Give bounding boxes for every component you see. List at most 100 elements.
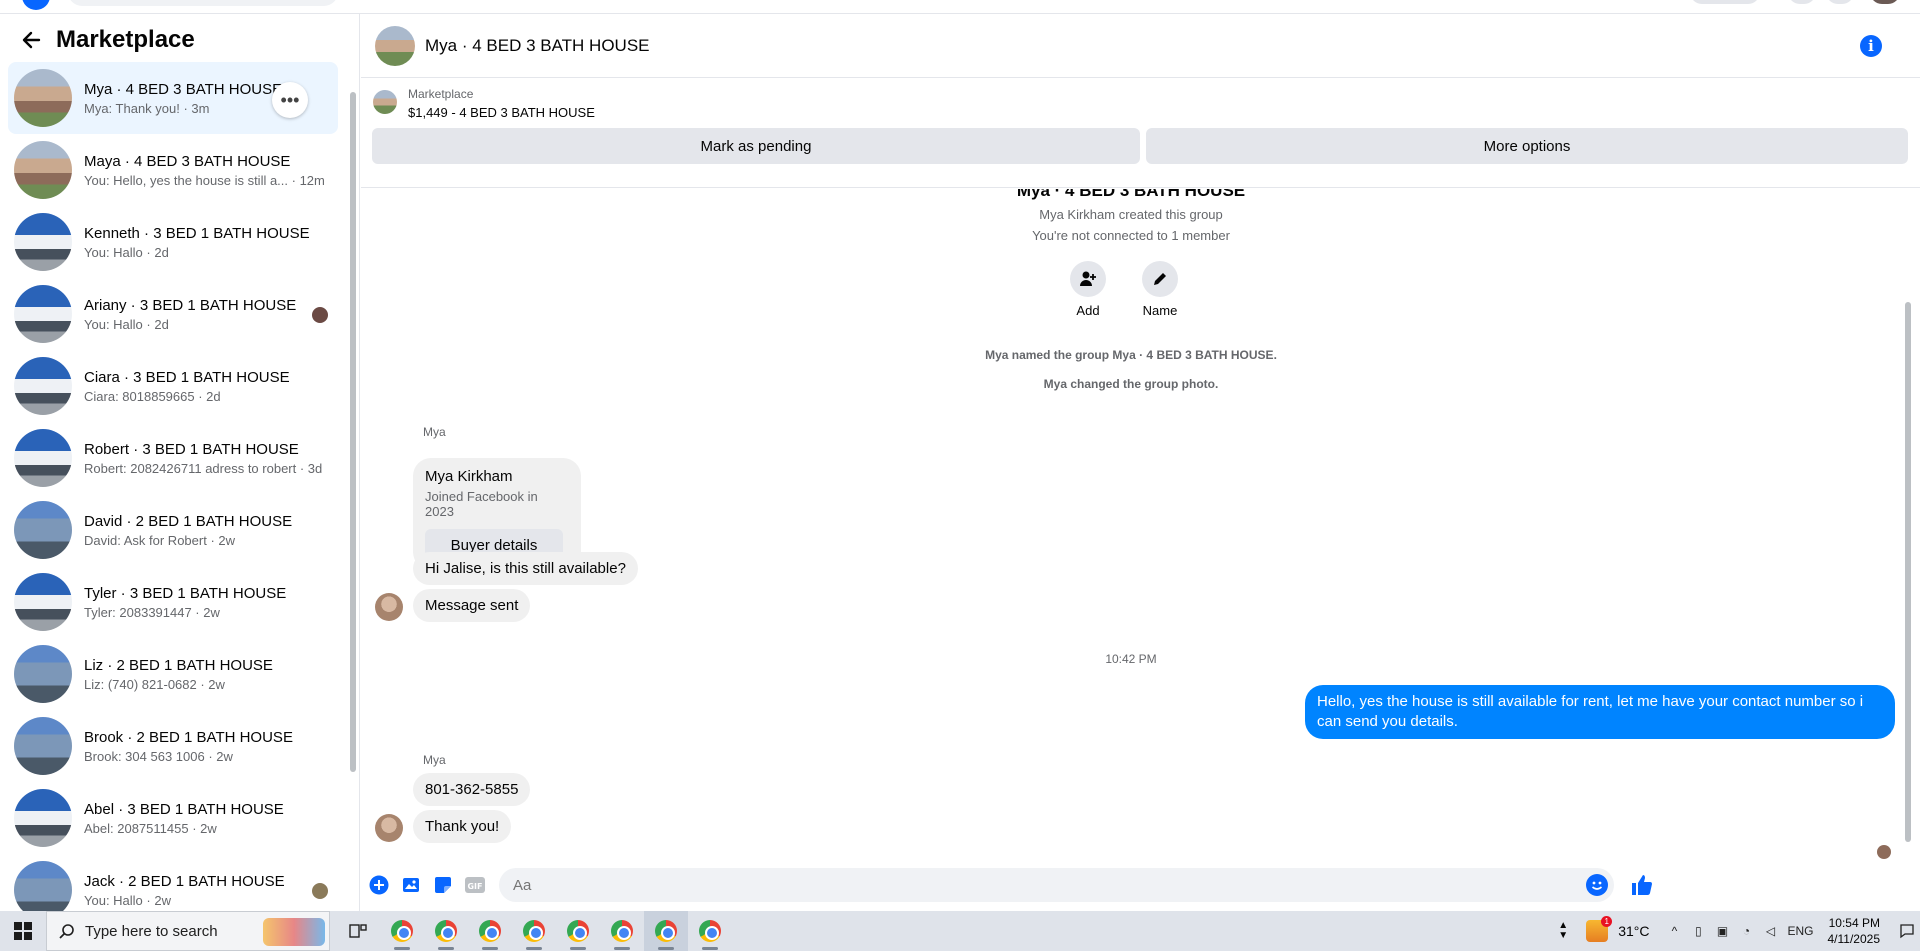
weather-widget[interactable]: 1 31°C [1586, 916, 1650, 942]
incoming-message[interactable]: Message sent [413, 589, 531, 622]
info-icon[interactable]: i [1860, 35, 1882, 57]
outgoing-message[interactable]: Hello, yes the house is still available … [1305, 685, 1895, 739]
sender-avatar[interactable] [375, 593, 403, 621]
speaker-icon[interactable]: ◁ [1763, 924, 1777, 938]
marketplace-label: Marketplace [408, 87, 474, 101]
wifi-icon[interactable]: ◔ [1739, 924, 1753, 938]
top-menu-button[interactable] [1690, 0, 1760, 4]
conversation-preview: Robert: 2082426711 adress to robert · 3d [84, 460, 323, 476]
pencil-icon[interactable] [1142, 261, 1178, 297]
task-view-icon[interactable] [336, 911, 380, 951]
message-thread: Mya · 4 BED 3 BATH HOUSE Mya Kirkham cre… [361, 189, 1901, 869]
conversation-item[interactable]: Maya · 4 BED 3 BATH HOUSE You: Hello, ye… [8, 134, 338, 206]
tray-icons: ^ ▯ ▣ ◔ ◁ ENG [1667, 924, 1814, 938]
timestamp: 10:42 PM [1105, 652, 1157, 666]
conversation-name: Liz · 2 BED 1 BATH HOUSE [84, 656, 273, 674]
conversation-item[interactable]: Robert · 3 BED 1 BATH HOUSE Robert: 2082… [8, 422, 338, 494]
chrome-profile-icon[interactable] [688, 911, 732, 951]
conversation-item[interactable]: Kenneth · 3 BED 1 BATH HOUSE You: Hallo … [8, 206, 338, 278]
conversation-preview: Liz: (740) 821-0682 · 2w [84, 676, 225, 692]
meet-icon[interactable]: ▯ [1691, 924, 1705, 938]
photo-icon[interactable] [399, 873, 423, 897]
chat-panel: Mya · 4 BED 3 BATH HOUSE i Marketplace $… [361, 14, 1920, 911]
taskbar-scroll-icon[interactable]: ▲ ▼ [1558, 921, 1568, 941]
weather-badge: 1 [1601, 916, 1613, 927]
message-input[interactable] [499, 876, 1614, 894]
conversation-item[interactable]: David · 2 BED 1 BATH HOUSE David: Ask fo… [8, 494, 338, 566]
chrome-profile-icon[interactable] [556, 911, 600, 951]
conversation-item[interactable]: Jack · 2 BED 1 BATH HOUSE You: Hallo · 2… [8, 854, 338, 911]
chat-title[interactable]: Mya · 4 BED 3 BATH HOUSE [425, 36, 650, 56]
back-arrow-icon[interactable] [18, 27, 44, 53]
display-icon[interactable]: ▣ [1715, 924, 1729, 938]
emoji-icon[interactable] [1586, 874, 1608, 896]
more-options-icon[interactable]: ••• [272, 82, 308, 118]
listing-thumbnail [14, 861, 72, 911]
group-title: Mya · 4 BED 3 BATH HOUSE [1016, 189, 1246, 200]
clock[interactable]: 10:54 PM 4/11/2025 [1828, 915, 1881, 947]
conversation-preview: Abel: 2087511455 · 2w [84, 820, 217, 836]
chrome-profile-icon[interactable] [468, 911, 512, 951]
facebook-logo-icon[interactable] [22, 0, 50, 10]
listing-title[interactable]: $1,449 - 4 BED 3 BATH HOUSE [408, 105, 595, 120]
incoming-message[interactable]: 801-362-5855 [413, 773, 531, 806]
conversation-item[interactable]: Mya · 4 BED 3 BATH HOUSE Mya: Thank you!… [8, 62, 338, 134]
chrome-profile-icon[interactable] [600, 911, 644, 951]
listing-thumbnail [14, 573, 72, 631]
conversation-name: Tyler · 3 BED 1 BATH HOUSE [84, 584, 287, 602]
incoming-message[interactable]: Thank you! [413, 810, 512, 843]
notification-icon[interactable] [1894, 911, 1920, 951]
chrome-profile-icon[interactable] [512, 911, 556, 951]
conversation-preview: Tyler: 2083391447 · 2w [84, 604, 220, 620]
notifications-icon[interactable] [1826, 0, 1854, 4]
conversation-item[interactable]: Abel · 3 BED 1 BATH HOUSE Abel: 20875114… [8, 782, 338, 854]
chevron-up-icon[interactable]: ^ [1667, 924, 1681, 938]
conversation-name: Ciara · 3 BED 1 BATH HOUSE [84, 368, 290, 386]
sender-avatar[interactable] [375, 814, 403, 842]
conversation-item[interactable]: Ciara · 3 BED 1 BATH HOUSE Ciara: 801885… [8, 350, 338, 422]
mark-as-pending-button[interactable]: Mark as pending [372, 128, 1140, 164]
taskbar-search[interactable]: Type here to search [46, 911, 330, 951]
seen-avatar [312, 307, 328, 323]
profile-avatar[interactable] [1870, 0, 1900, 4]
sidebar-scrollbar[interactable] [349, 78, 357, 772]
name-action[interactable]: Name [1130, 261, 1190, 318]
listing-thumbnail [14, 429, 72, 487]
sticker-icon[interactable] [431, 873, 455, 897]
messenger-icon[interactable] [1788, 0, 1816, 4]
facebook-search-input[interactable] [68, 0, 338, 6]
plus-icon[interactable] [367, 873, 391, 897]
incoming-message[interactable]: Hi Jalise, is this still available? [413, 552, 638, 585]
search-placeholder: Type here to search [85, 922, 218, 940]
weather-icon: 1 [1586, 916, 1613, 942]
add-person-icon[interactable] [1070, 261, 1106, 297]
chat-avatar[interactable] [375, 25, 415, 66]
conversation-item[interactable]: Tyler · 3 BED 1 BATH HOUSE Tyler: 208339… [8, 566, 338, 638]
chrome-profile-icon[interactable] [644, 911, 688, 951]
conversation-name: Maya · 4 BED 3 BATH HOUSE [84, 152, 291, 170]
chrome-profile-icon[interactable] [380, 911, 424, 951]
svg-text:GIF: GIF [467, 882, 482, 891]
sender-name: Mya [423, 753, 446, 767]
temperature: 31°C [1618, 923, 1650, 939]
conversation-item[interactable]: Liz · 2 BED 1 BATH HOUSE Liz: (740) 821-… [8, 638, 338, 710]
message-composer: GIF [361, 862, 1920, 908]
conversation-item[interactable]: Brook · 2 BED 1 BATH HOUSE Brook: 304 56… [8, 710, 338, 782]
listing-thumbnail [14, 141, 72, 199]
conversation-name: Ariany · 3 BED 1 BATH HOUSE [84, 296, 297, 314]
add-label: Add [1076, 303, 1100, 318]
thread-scrollbar[interactable] [1904, 192, 1912, 862]
conversation-item[interactable]: Ariany · 3 BED 1 BATH HOUSE You: Hallo ·… [8, 278, 338, 350]
chrome-profile-icon[interactable] [424, 911, 468, 951]
add-action[interactable]: Add [1058, 261, 1118, 318]
conversation-preview: Brook: 304 563 1006 · 2w [84, 748, 233, 764]
gif-icon[interactable]: GIF [463, 873, 487, 897]
conversation-name: Brook · 2 BED 1 BATH HOUSE [84, 728, 293, 746]
windows-start-icon[interactable] [0, 911, 46, 951]
more-options-button[interactable]: More options [1146, 128, 1908, 164]
listing-thumbnail [14, 717, 72, 775]
conversation-preview: Ciara: 8018859665 · 2d [84, 388, 221, 404]
thumbs-up-icon[interactable] [1628, 871, 1656, 899]
listing-thumbnail[interactable] [373, 90, 397, 114]
language-indicator[interactable]: ENG [1787, 924, 1813, 938]
